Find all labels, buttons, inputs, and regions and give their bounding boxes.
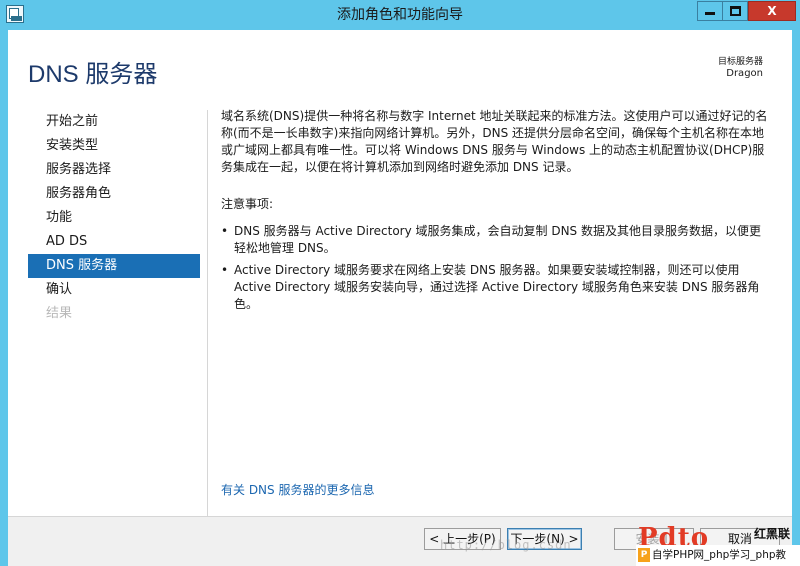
minimize-icon xyxy=(705,12,715,15)
sidebar-item-server-selection[interactable]: 服务器选择 xyxy=(28,158,200,182)
sidebar-item-confirmation[interactable]: 确认 xyxy=(28,278,200,302)
main-content: 域名系统(DNS)提供一种将名称与数字 Internet 地址关联起来的标准方法… xyxy=(221,108,769,318)
sidebar-item-before-you-begin[interactable]: 开始之前 xyxy=(28,110,200,134)
maximize-icon xyxy=(729,6,741,16)
destination-server-label: 目标服务器 xyxy=(717,57,763,67)
close-button[interactable]: X xyxy=(748,1,796,21)
sidebar-item-server-roles[interactable]: 服务器角色 xyxy=(28,182,200,206)
window-title: 添加角色和功能向导 xyxy=(337,7,463,23)
wizard-steps-sidebar: 开始之前 安装类型 服务器选择 服务器角色 功能 AD DS DNS 服务器 确… xyxy=(28,110,200,326)
php-logo-icon: P xyxy=(638,548,650,562)
maximize-button[interactable] xyxy=(722,1,748,21)
more-info-link[interactable]: 有关 DNS 服务器的更多信息 xyxy=(221,481,374,498)
site-logo-overlay: Pdto 红黑联盟 P自学PHP网_php学习_php教 xyxy=(636,521,800,566)
sidebar-item-features[interactable]: 功能 xyxy=(28,206,200,230)
list-item: DNS 服务器与 Active Directory 域服务集成，会自动复制 DN… xyxy=(221,223,769,257)
site-logo-caption-text: 自学PHP网_php学习_php教 xyxy=(652,549,787,561)
title-bar[interactable]: 添加角色和功能向导 X xyxy=(0,0,800,30)
minimize-button[interactable] xyxy=(697,1,723,21)
sidebar-item-ad-ds[interactable]: AD DS xyxy=(28,230,200,254)
wizard-window: DNS 服务器 目标服务器 Dragon 开始之前 安装类型 服务器选择 服务器… xyxy=(8,30,792,566)
list-item: Active Directory 域服务要求在网络上安装 DNS 服务器。如果要… xyxy=(221,262,769,313)
sidebar-item-installation-type[interactable]: 安装类型 xyxy=(28,134,200,158)
destination-server-name: Dragon xyxy=(726,68,763,79)
sidebar-item-results: 结果 xyxy=(46,306,73,321)
sidebar-divider xyxy=(207,110,208,518)
notes-list: DNS 服务器与 Active Directory 域服务集成，会自动复制 DN… xyxy=(221,223,769,313)
sidebar-item-dns-server[interactable]: DNS 服务器 xyxy=(28,254,200,278)
intro-paragraph: 域名系统(DNS)提供一种将名称与数字 Internet 地址关联起来的标准方法… xyxy=(221,109,768,174)
site-logo-caption: P 自学PHP网_php学习_php教 xyxy=(636,545,800,566)
close-icon: X xyxy=(767,4,777,18)
page-title: DNS 服务器 xyxy=(28,61,158,88)
blog-watermark: http://blog.csdn xyxy=(440,538,572,552)
notes-heading: 注意事项: xyxy=(221,197,274,211)
